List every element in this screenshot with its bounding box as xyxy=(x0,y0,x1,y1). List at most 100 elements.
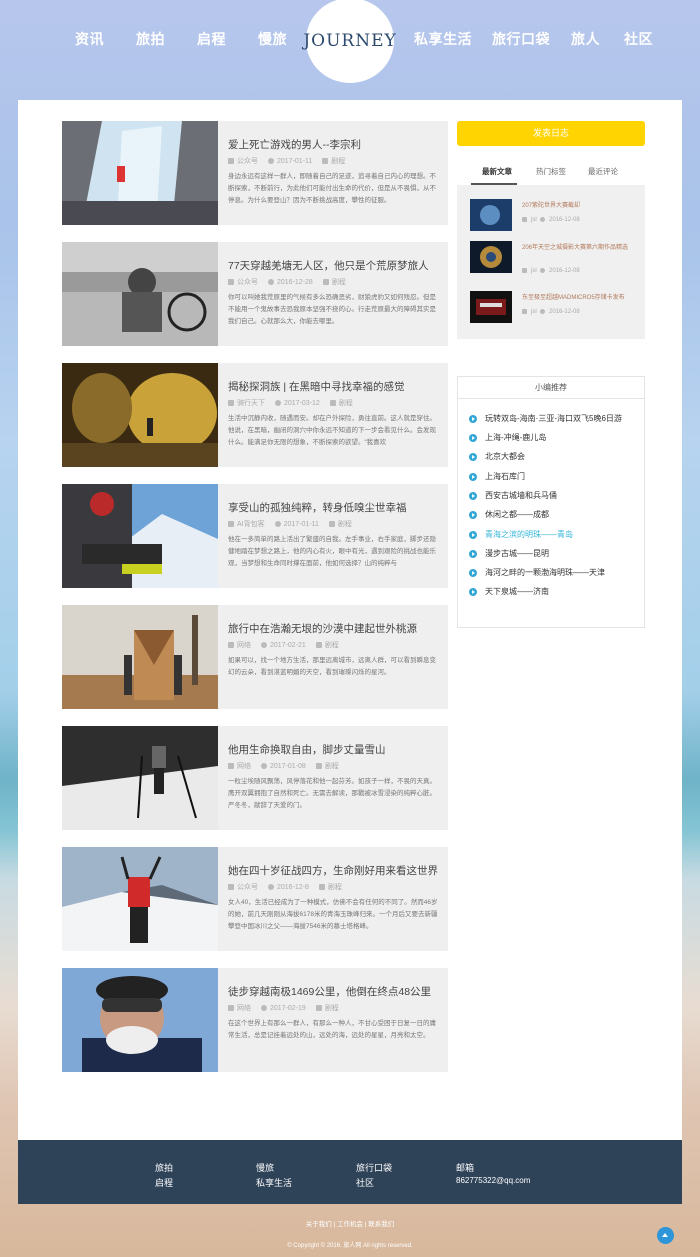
recommend-item[interactable]: 天下泉城——济南 xyxy=(469,586,549,597)
article-excerpt: 如果可以，找一个地方生活，那里远离城市，远离人群，可以看到瞬息变幻的云朵，看到湛… xyxy=(228,657,436,676)
article-title[interactable]: 爱上死亡游戏的男人--李宗利 xyxy=(228,137,361,152)
clock-icon xyxy=(261,642,267,649)
article-title[interactable]: 她在四十岁征战四方，生命刚好用来看这世界 xyxy=(228,863,438,878)
article-meta: 网络 2017-02-21 剧程 xyxy=(228,640,339,650)
arrow-circle-icon xyxy=(469,510,477,519)
article-card[interactable]: 她在四十岁征战四方，生命刚好用来看这世界 公众号 2016-12-8 剧程 女人40… xyxy=(62,847,448,951)
article-excerpt: 他在一多简单的路上活出了繁盛的自我。左手事业，右手家庭，脚步还隐健地踏在梦想之路… xyxy=(228,536,436,567)
recommend-item[interactable]: 上海-冲绳-鹿儿岛 xyxy=(469,432,546,443)
tab-recent-comments[interactable]: 最近评论 xyxy=(588,166,618,177)
recommend-item[interactable]: 青海之滨的明珠——青岛 xyxy=(469,529,573,540)
article-title[interactable]: 他用生命换取自由，脚步丈量雪山 xyxy=(228,742,386,757)
article-excerpt: 女人40，生活已经成为了一种模式，仿佛不会有任何的不同了。然而46岁的她，前几天… xyxy=(228,899,438,930)
article-title[interactable]: 77天穿越羌塘无人区，他只是个荒原梦旅人 xyxy=(228,258,429,273)
clock-icon xyxy=(274,521,281,528)
footer-link-community[interactable]: 社区 xyxy=(356,1176,374,1189)
article-thumbnail[interactable] xyxy=(62,726,218,830)
nav-item-private-life[interactable]: 私享生活 xyxy=(414,29,472,49)
list-item[interactable]: 207紫砣世界大赛截却 jsl 2016-12-08 xyxy=(470,199,640,235)
article-thumbnail[interactable] xyxy=(62,968,218,1072)
clock-icon xyxy=(261,763,267,770)
footer-link-travel-pocket[interactable]: 旅行口袋 xyxy=(356,1161,392,1174)
post-title[interactable]: 东至极至超越MADMICRO5存储卡发布 xyxy=(522,293,638,304)
bottom-links[interactable]: 关于我们 | 工作机会 | 联系我们 xyxy=(0,1218,700,1228)
recommend-item[interactable]: 漫步古城——昆明 xyxy=(469,548,549,559)
footer-link-depart[interactable]: 启程 xyxy=(155,1176,173,1189)
article-title[interactable]: 享受山的孤独纯粹，转身低嗅尘世幸福 xyxy=(228,500,407,515)
recommend-item[interactable]: 休闲之都——成都 xyxy=(469,509,549,520)
copyright: © Copyright © 2016. 旅人网 All rights reser… xyxy=(287,1243,413,1249)
list-item[interactable]: 东至极至超越MADMICRO5存储卡发布 jsl 2016-12-08 xyxy=(470,291,640,327)
user-icon xyxy=(522,217,527,222)
article-card[interactable]: 旅行中在浩瀚无垠的沙漠中建起世外桃源 网络 2017-02-21 剧程 如果可以，找… xyxy=(62,605,448,709)
article-card[interactable]: 爱上死亡游戏的男人--李宗利 公众号 2017-01-11 剧程 身边永远有这样一群… xyxy=(62,121,448,225)
nav-item-travel-photo[interactable]: 旅拍 xyxy=(136,29,165,49)
arrow-circle-icon xyxy=(469,587,477,596)
clock-icon xyxy=(268,884,274,891)
list-item[interactable]: 206年天空之城摄影大赛第六期作品精选 jsl 2016-12-08 xyxy=(470,241,640,277)
clock-icon xyxy=(540,309,546,314)
article-thumbnail[interactable] xyxy=(62,605,218,709)
clock-icon xyxy=(268,279,274,286)
post-title[interactable]: 206年天空之城摄影大赛第六期作品精选 xyxy=(522,243,638,254)
clock-icon xyxy=(275,400,281,407)
tab-hot-tags[interactable]: 热门标签 xyxy=(536,166,566,177)
recommend-item[interactable]: 西安古城墙和兵马俑 xyxy=(469,490,557,501)
article-thumbnail[interactable] xyxy=(62,847,218,951)
article-card[interactable]: 享受山的孤独纯粹，转身低嗅尘世幸福 AI背包客 2017-01-11 剧程 他在一多… xyxy=(62,484,448,588)
nav-item-travelers[interactable]: 旅人 xyxy=(571,29,600,49)
user-icon xyxy=(228,642,234,649)
article-card[interactable]: 他用生命换取自由，脚步丈量雪山 网络 2017-01-08 剧程 一粒尘埃随风飘荡，… xyxy=(62,726,448,830)
arrow-circle-icon xyxy=(469,433,477,442)
nav-item-depart[interactable]: 启程 xyxy=(197,29,226,49)
footer-link-private-life[interactable]: 私享生活 xyxy=(256,1176,292,1189)
post-thumbnail[interactable] xyxy=(470,291,512,323)
folder-icon xyxy=(322,279,329,286)
article-title[interactable]: 旅行中在浩瀚无垠的沙漠中建起世外桃源 xyxy=(228,621,417,636)
article-thumbnail[interactable] xyxy=(62,242,218,346)
clock-icon xyxy=(268,158,274,165)
post-title[interactable]: 207紫砣世界大赛截却 xyxy=(522,201,638,212)
article-card[interactable]: 77天穿越羌塘无人区，他只是个荒原梦旅人 公众号 2016-12-28 剧程 你可以… xyxy=(62,242,448,346)
user-icon xyxy=(228,1005,234,1012)
tab-latest-articles[interactable]: 最新文章 xyxy=(482,166,512,177)
recommend-item[interactable]: 上海石库门 xyxy=(469,471,525,482)
clock-icon xyxy=(540,217,546,222)
footer-link-travel-photo[interactable]: 旅拍 xyxy=(155,1161,173,1174)
folder-icon xyxy=(315,642,322,649)
arrow-circle-icon xyxy=(469,530,477,539)
article-title[interactable]: 揭秘探洞族 | 在黑暗中寻找幸福的感觉 xyxy=(228,379,405,394)
folder-icon xyxy=(328,521,335,528)
top-nav: 资讯 旅拍 启程 慢旅 JOURNEY 私享生活 旅行口袋 旅人 社区 xyxy=(0,0,700,83)
footer-email-label: 邮箱 xyxy=(456,1163,475,1173)
article-thumbnail[interactable] xyxy=(62,121,218,225)
post-journal-button[interactable]: 发表日志 xyxy=(457,121,645,146)
article-card[interactable]: 徒步穿越南极1469公里，他倒在终点48公里 网络 2017-02-19 剧程 在这… xyxy=(62,968,448,1072)
user-icon xyxy=(228,763,234,770)
clock-icon xyxy=(261,1005,267,1012)
post-thumbnail[interactable] xyxy=(470,241,512,273)
nav-item-news[interactable]: 资讯 xyxy=(75,29,104,49)
footer-email-address[interactable]: 862775322@qq.com xyxy=(456,1176,530,1185)
nav-item-slow-travel[interactable]: 慢旅 xyxy=(258,29,287,49)
sidebar-tabs: 最新文章 热门标签 最近评论 xyxy=(457,157,645,185)
nav-item-community[interactable]: 社区 xyxy=(624,29,653,49)
recommend-item[interactable]: 海河之畔的一颗渤海明珠——天津 xyxy=(469,567,605,578)
arrow-circle-icon xyxy=(469,414,477,423)
footer-link-slow-travel[interactable]: 慢旅 xyxy=(256,1161,274,1174)
user-icon xyxy=(228,279,234,286)
article-card[interactable]: 揭秘探洞族 | 在黑暗中寻找幸福的感觉 骑行天下 2017-03-12 剧程 生活中… xyxy=(62,363,448,467)
recommend-item[interactable]: 北京大都会 xyxy=(469,451,525,462)
post-thumbnail[interactable] xyxy=(470,199,512,231)
site-logo[interactable]: JOURNEY xyxy=(303,0,396,83)
article-meta: 公众号 2017-01-11 剧程 xyxy=(228,156,345,166)
nav-item-travel-pocket[interactable]: 旅行口袋 xyxy=(492,29,550,49)
user-icon xyxy=(228,521,234,528)
article-thumbnail[interactable] xyxy=(62,363,218,467)
recommend-item[interactable]: 玩转双岛-海南·三亚-海口双飞5晚6日游 xyxy=(469,413,622,424)
article-title[interactable]: 徒步穿越南极1469公里，他倒在终点48公里 xyxy=(228,984,431,999)
back-to-top-icon[interactable] xyxy=(657,1227,674,1244)
editor-recommend-widget: 小编推荐 玩转双岛-海南·三亚-海口双飞5晚6日游 上海-冲绳-鹿儿岛 北京大都… xyxy=(457,376,645,628)
article-thumbnail[interactable] xyxy=(62,484,218,588)
arrow-circle-icon xyxy=(469,568,477,577)
